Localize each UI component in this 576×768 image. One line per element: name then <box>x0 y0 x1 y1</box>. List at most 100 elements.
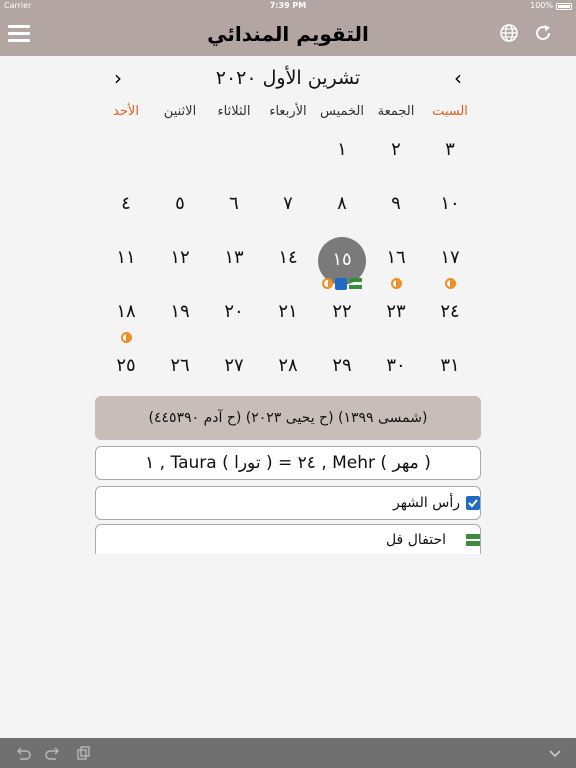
day-number: ١٥ <box>332 249 352 270</box>
month-title: تشرين الأول ٢٠٢٠ <box>215 67 361 89</box>
globe-icon[interactable] <box>496 20 522 46</box>
calendar-day[interactable]: ٣٠ <box>369 340 423 394</box>
event-item[interactable]: احتفال فل <box>95 524 481 554</box>
calendar-day[interactable]: ١١ <box>99 232 153 286</box>
battery-indicator: 100% <box>530 0 572 12</box>
calendar-week-row: ١٠ ٩ ٨ ٧ ٦ ٥ ٤ <box>99 178 477 232</box>
battery-percent: 100% <box>530 1 553 10</box>
calendar-day[interactable]: ٢٢ <box>315 286 369 340</box>
page-title: التقويم المندائي <box>207 22 369 46</box>
calendar-empty-cell <box>153 124 207 178</box>
calendar-day[interactable]: ٥ <box>153 178 207 232</box>
day-number: ١٣ <box>224 247 244 268</box>
calendar-day[interactable]: ٢ <box>369 124 423 178</box>
event-item[interactable]: رأس الشهر <box>95 486 481 520</box>
day-number: ٨ <box>337 193 347 214</box>
calendar-week-row: ٣ ٢ ١ <box>99 124 477 178</box>
day-number: ٢٥ <box>116 355 136 376</box>
navigation-bar: التقويم المندائي <box>0 12 576 56</box>
calendar-day[interactable]: ٣١ <box>423 340 477 394</box>
day-number: ٢٣ <box>386 301 406 322</box>
day-number: ٣١ <box>440 355 460 376</box>
day-number: ٢٠ <box>224 301 244 322</box>
day-number: ١٨ <box>116 301 136 322</box>
bottom-toolbar <box>0 738 576 768</box>
calendar-day[interactable]: ١٠ <box>423 178 477 232</box>
undo-icon[interactable] <box>14 744 32 762</box>
calendar-day[interactable]: ٢١ <box>261 286 315 340</box>
weekday-label: الثلاثاء <box>217 104 251 119</box>
era-info-panel: (شمسى ١٣٩٩) (ح يحيى ٢٠٢٣) (ح آدم ٤٤٥٣٩٠) <box>95 396 481 440</box>
calendar-day[interactable]: ١٤ <box>261 232 315 286</box>
date-conversion-field: ( مهر ) Mehr , ٢٤ = ( تورا ) Taura , ١ <box>95 446 481 480</box>
day-number: ٥ <box>175 193 185 214</box>
day-number: ١ <box>337 139 347 160</box>
prev-month-button[interactable]: ‹ <box>444 64 472 92</box>
day-number: ١٦ <box>386 247 406 268</box>
day-number: ٣ <box>445 139 455 160</box>
calendar-day[interactable]: ٢٣ <box>369 286 423 340</box>
day-number: ١١ <box>116 247 136 268</box>
weekday-label: الأربعاء <box>269 104 307 119</box>
calendar-day[interactable]: ١٧ <box>423 232 477 289</box>
weekday-header: السبت الجمعة الخميس الأربعاء الثلاثاء الاثنين… <box>99 100 477 124</box>
battery-icon <box>556 2 572 10</box>
day-number: ١٩ <box>170 301 190 322</box>
calendar-day[interactable]: ١٦ <box>369 232 423 289</box>
calendar-empty-cell <box>207 124 261 178</box>
calendar-day[interactable]: ٤ <box>99 178 153 232</box>
calendar-day[interactable]: ٢٠ <box>207 286 261 340</box>
month-header: › تشرين الأول ٢٠٢٠ ‹ <box>0 64 576 92</box>
redo-icon[interactable] <box>44 744 62 762</box>
day-number: ١٠ <box>440 193 460 214</box>
day-number: ٦ <box>229 193 239 214</box>
day-number: ٢٢ <box>332 301 352 322</box>
check-square-icon <box>466 496 480 510</box>
calendar-day[interactable]: ١٣ <box>207 232 261 286</box>
calendar-day[interactable]: ٢٩ <box>315 340 369 394</box>
event-label: رأس الشهر <box>392 495 460 511</box>
calendar-week-row: ٢٤ ٢٣ ٢٢ ٢١ ٢٠ ١٩ ١٨ <box>99 286 477 343</box>
day-number: ٢ <box>391 139 401 160</box>
calendar-day[interactable]: ٣ <box>423 124 477 178</box>
calendar-grid: ٣ ٢ ١ ١٠ ٩ ٨ ٧ ٦ ٥ ٤ ١٧ ١٦ ١٥ ١٤ ١٣ ١٢ ١١ ٢٤ ٢٣ ٢٢ ٢١ ٢٠ ١٩ ١٨ ٣… <box>99 124 477 394</box>
calendar-day[interactable]: ٢٨ <box>261 340 315 394</box>
day-number: ٢١ <box>278 301 298 322</box>
day-number: ١٧ <box>440 247 460 268</box>
calendar-day[interactable]: ٢٧ <box>207 340 261 394</box>
calendar-day[interactable]: ١٢ <box>153 232 207 286</box>
calendar-empty-cell <box>99 124 153 178</box>
day-number: ٢٦ <box>170 355 190 376</box>
weekday-label: الخميس <box>320 104 364 119</box>
day-number: ٢٧ <box>224 355 244 376</box>
day-number: ٢٤ <box>440 301 460 322</box>
calendar-day[interactable]: ٨ <box>315 178 369 232</box>
event-label: احتفال فل <box>385 531 446 548</box>
status-time: 7:39 PM <box>269 1 307 10</box>
refresh-icon[interactable] <box>530 20 556 46</box>
calendar-day[interactable]: ٧ <box>261 178 315 232</box>
day-number: ٩ <box>391 193 401 214</box>
calendar-day[interactable]: ٢٦ <box>153 340 207 394</box>
weekday-label: السبت <box>432 104 468 119</box>
weekday-label: الاثنين <box>163 104 197 119</box>
calendar-week-row: ١٧ ١٦ ١٥ ١٤ ١٣ ١٢ ١١ <box>99 232 477 290</box>
calendar-week-row: ٣١ ٣٠ ٢٩ ٢٨ ٢٧ ٢٦ ٢٥ <box>99 340 477 394</box>
weekday-label: الجمعة <box>377 104 415 119</box>
calendar-day[interactable]: ١٥ <box>315 232 369 290</box>
double-bar-icon <box>466 533 480 546</box>
calendar-day[interactable]: ٢٥ <box>99 340 153 394</box>
calendar-day[interactable]: ٢٤ <box>423 286 477 340</box>
copy-icon[interactable] <box>74 744 92 762</box>
calendar-day[interactable]: ٩ <box>369 178 423 232</box>
day-number: ٢٩ <box>332 355 352 376</box>
calendar-day[interactable]: ١٩ <box>153 286 207 340</box>
day-number: ١٤ <box>278 247 298 268</box>
calendar-day[interactable]: ٦ <box>207 178 261 232</box>
day-number: ١٢ <box>170 247 190 268</box>
chevron-down-icon[interactable] <box>546 744 564 762</box>
calendar-day[interactable]: ١٨ <box>99 286 153 343</box>
day-number: ٤ <box>121 193 131 214</box>
calendar-day[interactable]: ١ <box>315 124 369 178</box>
weekday-label: الأحد <box>113 104 139 119</box>
